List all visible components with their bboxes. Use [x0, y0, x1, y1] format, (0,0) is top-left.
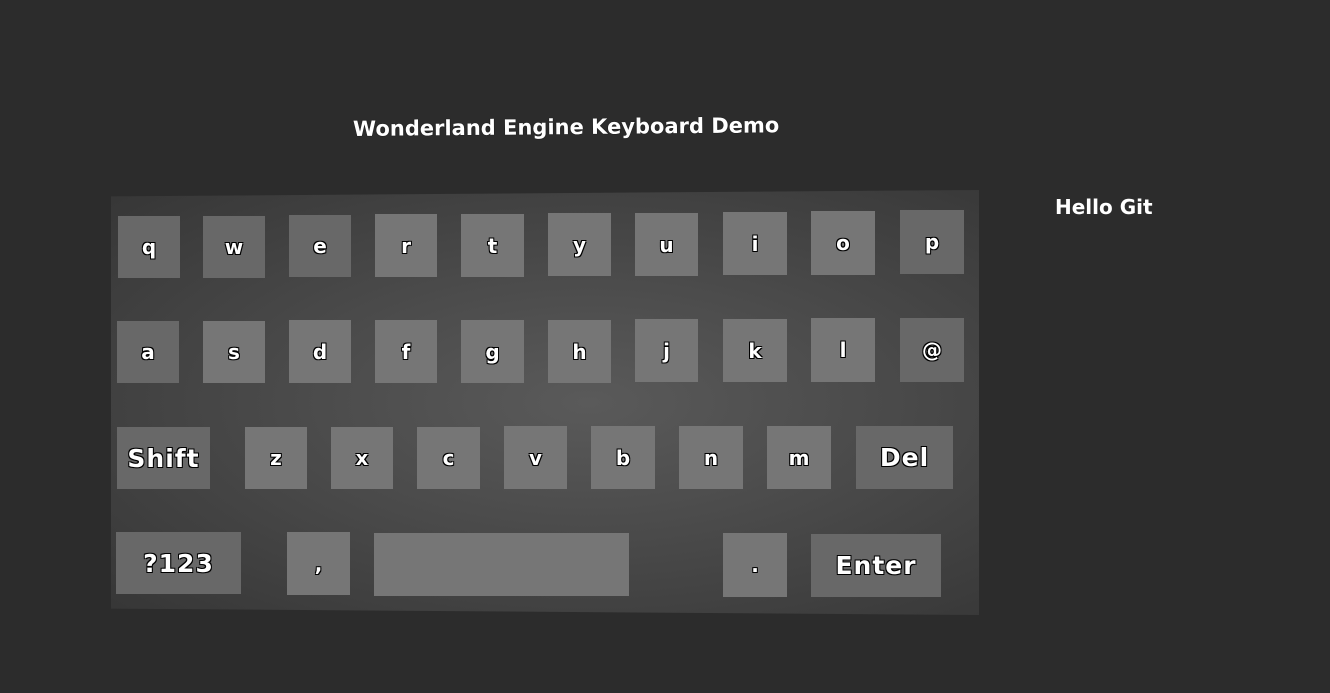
- key-w[interactable]: w: [203, 216, 265, 278]
- key-q[interactable]: q: [118, 216, 180, 278]
- scene: Wonderland Engine Keyboard Demo Hello Gi…: [0, 0, 1330, 693]
- key-b[interactable]: b: [591, 426, 655, 489]
- key-g[interactable]: g: [461, 320, 524, 383]
- key-at[interactable]: @: [900, 318, 964, 382]
- key-i[interactable]: i: [723, 212, 787, 275]
- key-j[interactable]: j: [635, 319, 698, 382]
- key-k[interactable]: k: [723, 319, 787, 382]
- key-v[interactable]: v: [504, 426, 567, 489]
- key-t[interactable]: t: [461, 214, 524, 277]
- key-comma[interactable]: ,: [287, 532, 350, 595]
- key-space[interactable]: [374, 533, 629, 596]
- key-m[interactable]: m: [767, 426, 831, 489]
- key-l[interactable]: l: [811, 318, 875, 382]
- key-o[interactable]: o: [811, 211, 875, 275]
- key-f[interactable]: f: [375, 320, 437, 383]
- page-title: Wonderland Engine Keyboard Demo: [352, 113, 780, 141]
- key-x[interactable]: x: [331, 427, 393, 489]
- key-z[interactable]: z: [245, 427, 307, 489]
- key-shift[interactable]: Shift: [117, 427, 210, 489]
- key-s[interactable]: s: [203, 321, 265, 383]
- key-a[interactable]: a: [117, 321, 179, 383]
- key-c[interactable]: c: [417, 427, 480, 489]
- key-enter[interactable]: Enter: [811, 534, 941, 597]
- key-del[interactable]: Del: [856, 426, 953, 489]
- key-u[interactable]: u: [635, 213, 698, 276]
- key-e[interactable]: e: [289, 215, 351, 277]
- key-r[interactable]: r: [375, 214, 437, 277]
- key-period[interactable]: .: [723, 533, 787, 597]
- key-d[interactable]: d: [289, 320, 351, 383]
- key-n[interactable]: n: [679, 426, 743, 489]
- key-p[interactable]: p: [900, 210, 964, 274]
- key-numbers-mode[interactable]: ?123: [116, 532, 241, 594]
- key-h[interactable]: h: [548, 320, 611, 383]
- typed-output-text: Hello Git: [1055, 195, 1153, 219]
- key-y[interactable]: y: [548, 213, 611, 276]
